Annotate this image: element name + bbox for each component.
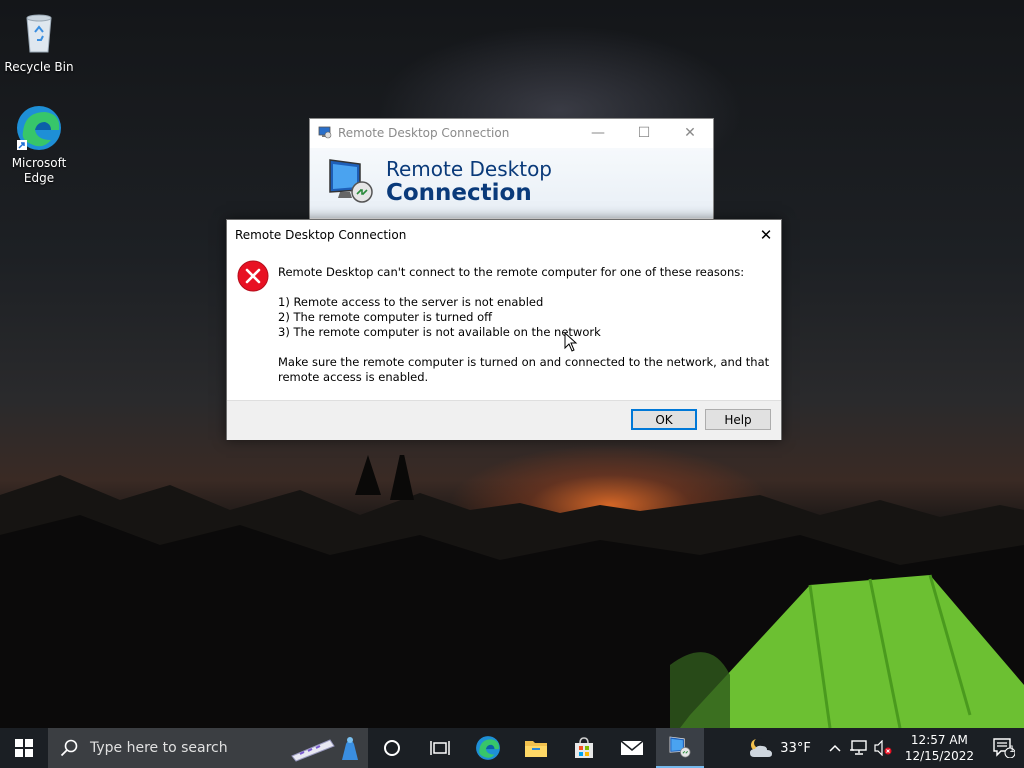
rdc-monitor-icon xyxy=(669,736,691,758)
task-view-button[interactable] xyxy=(416,728,464,768)
system-clock[interactable]: 12:57 AM 12/15/2022 xyxy=(895,732,984,764)
edge-icon xyxy=(476,736,500,760)
dialog-title: Remote Desktop Connection xyxy=(235,228,407,242)
rdc-window-title: Remote Desktop Connection xyxy=(338,126,510,140)
taskbar-edge-button[interactable] xyxy=(464,728,512,768)
chevron-up-icon xyxy=(829,744,841,752)
dialog-footer: OK Help xyxy=(227,400,781,440)
network-button[interactable] xyxy=(847,728,871,768)
notification-center-button[interactable]: 1 xyxy=(984,728,1024,768)
cortana-button[interactable] xyxy=(368,728,416,768)
rdc-banner-title-line2: Connection xyxy=(386,180,532,206)
desktop-icon-label: Recycle Bin xyxy=(4,60,74,74)
advice-text: Make sure the remote computer is turned … xyxy=(278,355,770,384)
show-hidden-icons-button[interactable] xyxy=(823,728,847,768)
volume-muted-icon xyxy=(874,740,892,756)
error-icon xyxy=(237,260,269,292)
folder-icon xyxy=(525,741,547,757)
dialog-message: Remote Desktop can't connect to the remo… xyxy=(278,265,772,385)
close-button[interactable]: ✕ xyxy=(667,119,713,147)
taskbar-store-button[interactable] xyxy=(560,728,608,768)
edge-icon xyxy=(15,104,63,152)
ok-button[interactable]: OK xyxy=(631,409,697,430)
weather-widget[interactable]: 33°F xyxy=(748,737,811,759)
rdc-monitor-icon xyxy=(329,159,373,203)
error-message: Remote Desktop can't connect to the remo… xyxy=(278,265,745,279)
volume-button[interactable] xyxy=(871,728,895,768)
rdc-banner: Remote Desktop Connection xyxy=(310,148,713,218)
dialog-close-button[interactable]: ✕ xyxy=(751,220,781,250)
error-dialog[interactable]: Remote Desktop Connection ✕ Remote Deskt… xyxy=(226,219,782,440)
system-tray: 33°F 12:57 AM 12/15/2022 1 xyxy=(748,728,1024,768)
store-bag-icon xyxy=(575,737,593,758)
tent-illustration xyxy=(670,574,1024,728)
desktop-icon-recycle-bin[interactable]: Recycle Bin xyxy=(3,8,75,75)
desktop-icon-label: Microsoft Edge xyxy=(11,156,67,185)
clock-date: 12/15/2022 xyxy=(904,749,974,763)
taskbar-search-box[interactable]: Type here to search xyxy=(48,728,368,768)
taskbar: Type here to search 33°F 12:57 AM 12/15/… xyxy=(0,728,1024,768)
dialog-body: Remote Desktop can't connect to the remo… xyxy=(227,250,781,400)
search-highlight-icon xyxy=(291,737,358,762)
recycle-bin-icon xyxy=(15,8,63,56)
clock-time: 12:57 AM xyxy=(910,733,968,747)
search-placeholder: Type here to search xyxy=(90,740,228,756)
desktop-icon-edge[interactable]: Microsoft Edge xyxy=(3,104,75,186)
reason-item: 1) Remote access to the server is not en… xyxy=(278,295,544,309)
taskbar-mail-button[interactable] xyxy=(608,728,656,768)
help-button[interactable]: Help xyxy=(705,409,771,430)
windows-logo-icon xyxy=(15,739,33,757)
weather-cloud-moon-icon xyxy=(750,738,773,757)
rdc-banner-title-line1: Remote Desktop xyxy=(386,157,553,181)
cortana-icon xyxy=(384,740,400,756)
task-view-icon xyxy=(430,741,450,755)
reason-item: 2) The remote computer is turned off xyxy=(278,310,493,324)
minimize-button[interactable]: — xyxy=(575,119,621,147)
maximize-button[interactable]: ☐ xyxy=(621,119,667,147)
mouse-cursor-icon xyxy=(564,332,578,352)
network-icon xyxy=(849,740,867,755)
mail-icon xyxy=(620,740,644,755)
rdc-window-titlebar[interactable]: Remote Desktop Connection — ☐ ✕ xyxy=(310,119,713,147)
weather-temperature: 33°F xyxy=(780,740,811,756)
start-button[interactable] xyxy=(0,728,48,768)
taskbar-file-explorer-button[interactable] xyxy=(512,728,560,768)
reason-item: 3) The remote computer is not available … xyxy=(278,325,601,339)
notification-count-badge: 1 xyxy=(1009,745,1015,755)
rdc-app-icon xyxy=(318,125,332,142)
taskbar-rdc-button[interactable] xyxy=(656,728,704,768)
search-icon xyxy=(60,739,78,757)
dialog-titlebar[interactable]: Remote Desktop Connection ✕ xyxy=(227,220,781,250)
